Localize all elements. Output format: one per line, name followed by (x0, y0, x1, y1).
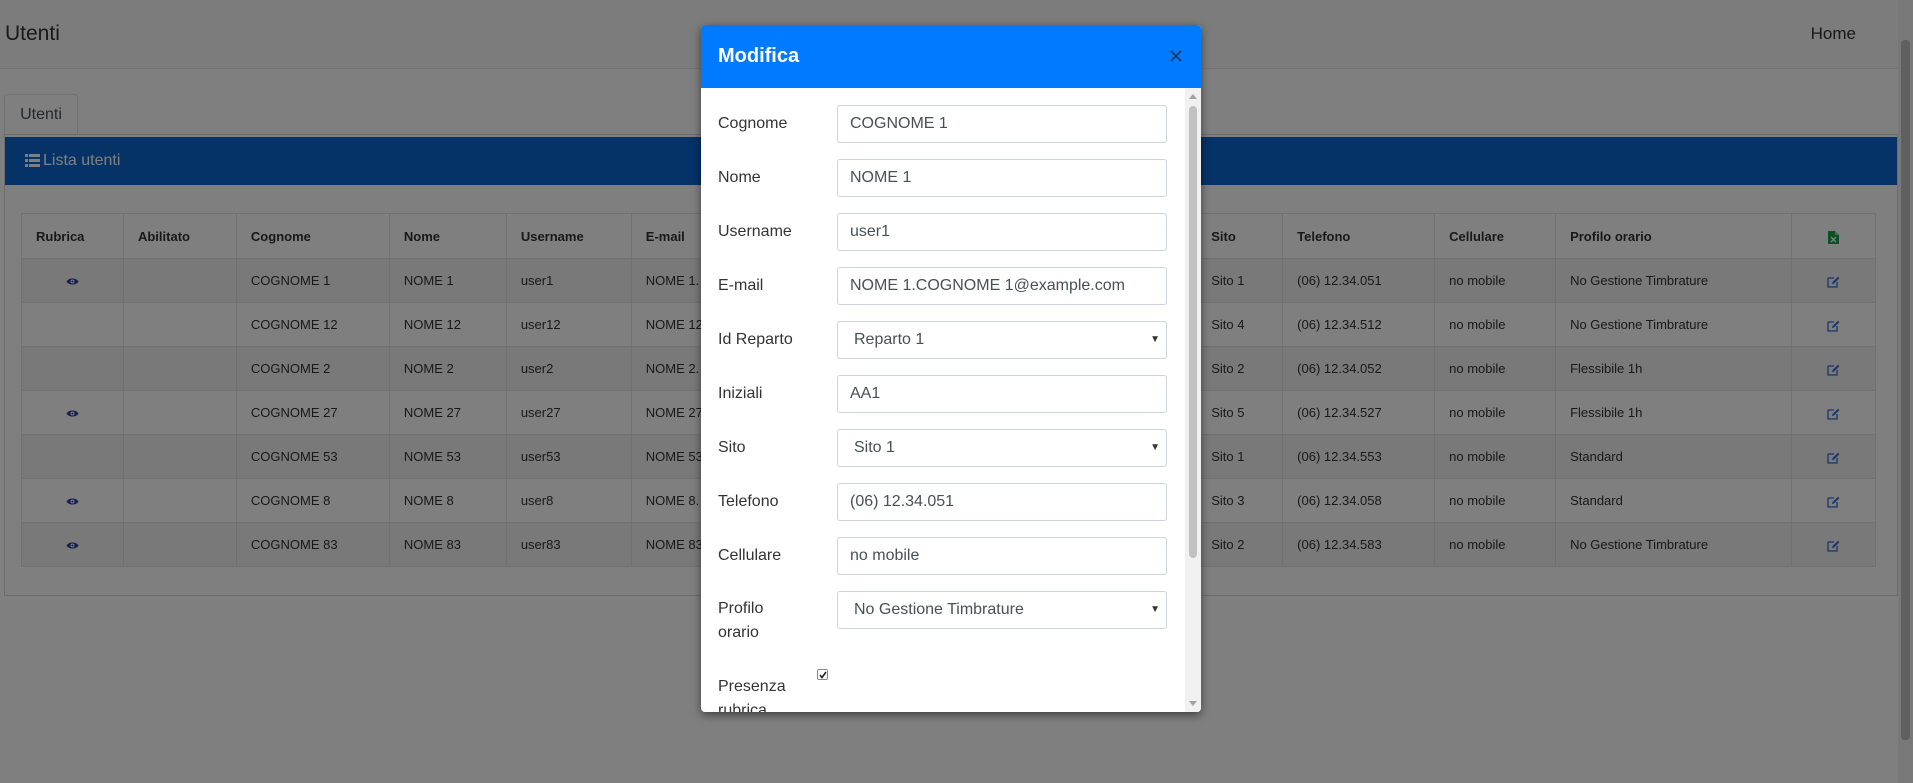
dropdown-arrow-icon: ▼ (1150, 334, 1160, 345)
edit-user-modal: Modifica Cognome COGNOME 1 Nome NOME 1 U… (701, 25, 1201, 712)
label-sito: Sito (718, 439, 746, 456)
label-telefono: Telefono (718, 493, 779, 510)
label-cognome: Cognome (718, 115, 788, 132)
modal-title: Modifica (718, 45, 800, 67)
cellulare-input[interactable]: no mobile (837, 537, 1167, 575)
modal-scrollbar[interactable] (1185, 88, 1201, 712)
label-nome: Nome (718, 169, 761, 186)
modal-header: Modifica (701, 25, 1201, 88)
email-input[interactable]: NOME 1.COGNOME 1@example.com (837, 267, 1167, 305)
profilo-orario-select[interactable]: No Gestione Timbrature ▼ (837, 591, 1167, 629)
iniziali-input[interactable]: AA1 (837, 375, 1167, 413)
checkmark-icon (819, 671, 827, 679)
scroll-up-arrow-icon[interactable] (1189, 94, 1197, 99)
label-iniziali: Iniziali (718, 385, 763, 402)
telefono-input[interactable]: (06) 12.34.051 (837, 483, 1167, 521)
cognome-input[interactable]: COGNOME 1 (837, 105, 1167, 143)
reparto-selected-value: Reparto 1 (854, 331, 925, 348)
dropdown-arrow-icon: ▼ (1150, 604, 1160, 615)
scrollbar-thumb[interactable] (1189, 106, 1197, 558)
label-reparto: Id Reparto (718, 331, 793, 348)
close-icon[interactable] (1167, 47, 1185, 65)
profilo-orario-selected-value: No Gestione Timbrature (854, 601, 1024, 618)
label-presenza-rubrica: Presenza rubrica (718, 678, 786, 712)
username-input[interactable]: user1 (837, 213, 1167, 251)
sito-selected-value: Sito 1 (854, 439, 895, 456)
nome-input[interactable]: NOME 1 (837, 159, 1167, 197)
label-profilo-orario: Profilo orario (718, 600, 764, 641)
sito-select[interactable]: Sito 1 ▼ (837, 429, 1167, 467)
modal-body: Cognome COGNOME 1 Nome NOME 1 Username u… (701, 88, 1185, 712)
label-username: Username (718, 223, 792, 240)
label-cellulare: Cellulare (718, 547, 782, 564)
reparto-select[interactable]: Reparto 1 ▼ (837, 321, 1167, 359)
dropdown-arrow-icon: ▼ (1150, 442, 1160, 453)
presenza-rubrica-checkbox[interactable] (817, 669, 828, 680)
label-email: E-mail (718, 277, 764, 294)
scroll-down-arrow-icon[interactable] (1189, 701, 1197, 706)
